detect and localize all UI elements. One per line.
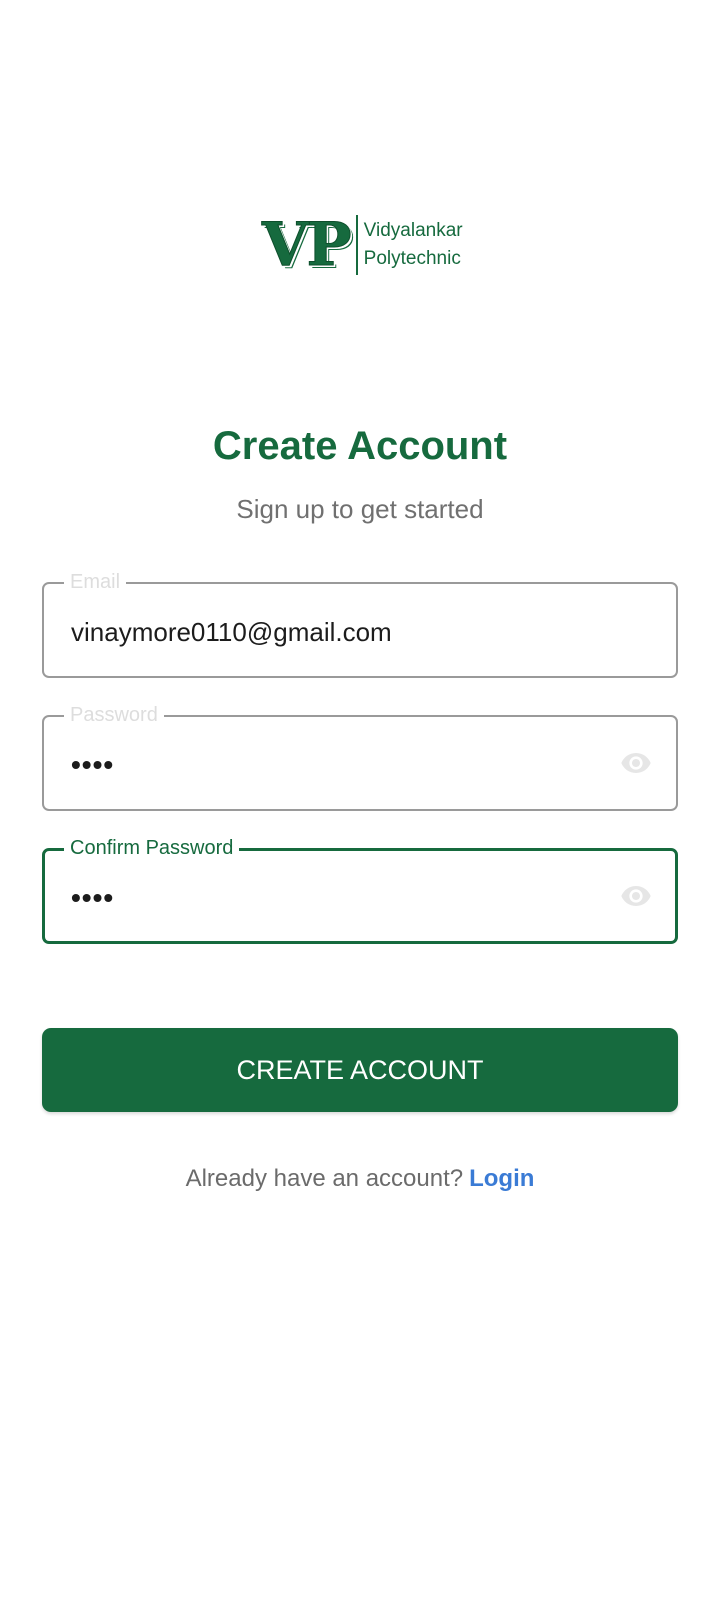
- confirm-password-value[interactable]: ••••: [71, 883, 114, 913]
- eye-icon[interactable]: [616, 880, 656, 912]
- password-label: Password: [64, 702, 164, 728]
- login-link[interactable]: Login: [469, 1165, 534, 1192]
- page-subtitle: Sign up to get started: [236, 494, 484, 524]
- logo-text-line2: Polytechnic: [363, 248, 461, 269]
- email-label: Email: [64, 569, 127, 595]
- create-account-button[interactable]: CREATE ACCOUNT: [42, 1028, 678, 1112]
- login-prompt: Already have an account? Login: [0, 1165, 720, 1193]
- logo-divider: [355, 215, 358, 275]
- logo-text: Vidyalankar Polytechnic: [364, 217, 463, 273]
- eye-icon[interactable]: [616, 747, 656, 779]
- password-field[interactable]: Password ••••: [42, 702, 678, 811]
- email-value[interactable]: vinaymore0110@gmail.com: [71, 617, 392, 647]
- password-value[interactable]: ••••: [71, 750, 114, 780]
- brand-logo: VP Vidyalankar Polytechnic: [262, 210, 463, 280]
- confirm-password-label: Confirm Password: [64, 835, 240, 861]
- email-field[interactable]: Email vinaymore0110@gmail.com: [42, 569, 678, 678]
- page-title: Create Account: [212, 424, 508, 468]
- login-prompt-text: Already have an account?: [185, 1165, 464, 1192]
- logo-text-line1: Vidyalankar: [363, 220, 463, 241]
- confirm-password-field[interactable]: Confirm Password ••••: [42, 835, 678, 944]
- logo-mark: VP: [262, 210, 353, 280]
